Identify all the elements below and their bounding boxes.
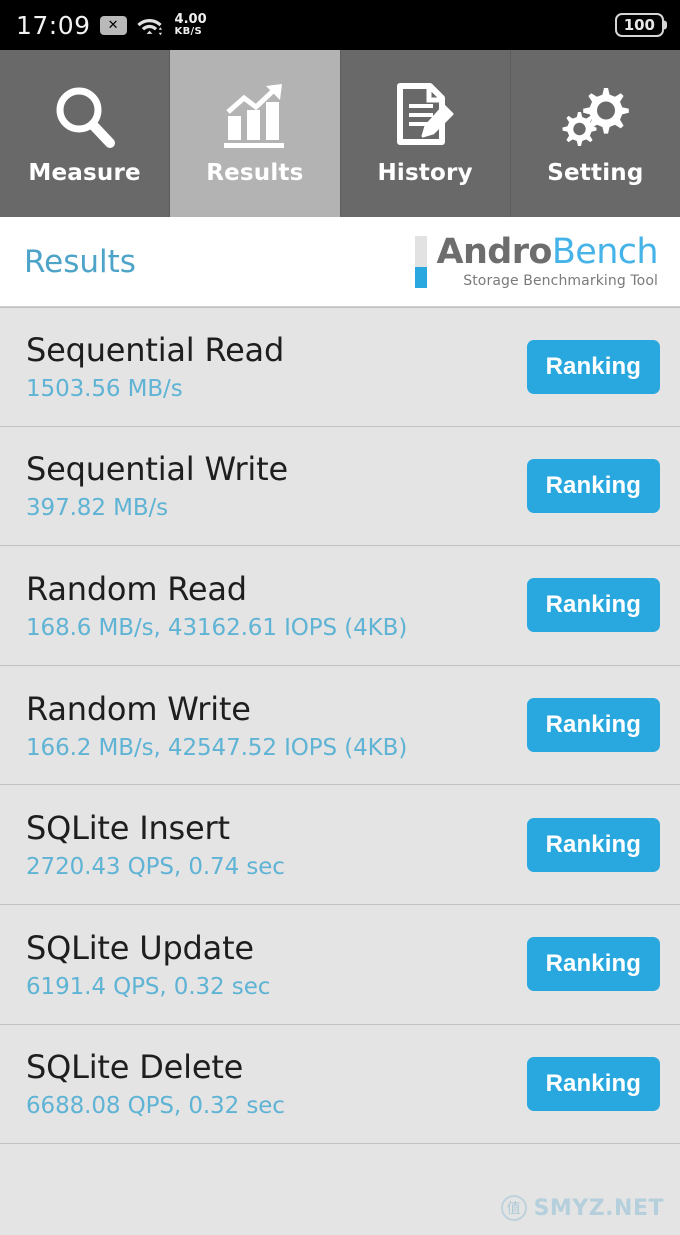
- ranking-button[interactable]: Ranking: [526, 698, 660, 753]
- magnifier-icon: [48, 82, 122, 154]
- status-bar-right: 100: [614, 13, 664, 37]
- logo-bar-top: [415, 235, 428, 267]
- table-row[interactable]: Sequential Write 397.82 MB/s Ranking: [0, 427, 680, 547]
- benchmark-value: 397.82 MB/s: [26, 495, 169, 522]
- document-pencil-icon: [388, 82, 462, 154]
- tab-measure[interactable]: Measure: [0, 50, 170, 217]
- androbench-logo: AndroBench Storage Benchmarking Tool: [415, 235, 659, 289]
- results-list: Sequential Read 1503.56 MB/s Ranking Seq…: [0, 307, 680, 1145]
- logo-bench: Bench: [551, 232, 659, 272]
- row-text: SQLite Update 6191.4 QPS, 0.32 sec: [26, 929, 270, 1000]
- status-bar: 17:09 ✕ 4.00 KB/S 100: [0, 0, 680, 50]
- row-text: Random Write 166.2 MB/s, 42547.52 IOPS (…: [26, 690, 407, 761]
- network-speed-value: 4.00: [174, 12, 207, 28]
- logo-wordmark: AndroBench: [436, 235, 658, 270]
- benchmark-value: 168.6 MB/s, 43162.61 IOPS (4KB): [26, 614, 408, 641]
- status-bar-left: 17:09 ✕ 4.00 KB/S: [16, 11, 207, 40]
- network-speed: 4.00 KB/S: [175, 13, 207, 36]
- table-row[interactable]: Random Write 166.2 MB/s, 42547.52 IOPS (…: [0, 666, 680, 786]
- logo-andro: Andro: [436, 232, 552, 272]
- logo-bar-bottom: [415, 266, 428, 288]
- row-text: Random Read 168.6 MB/s, 43162.61 IOPS (4…: [26, 570, 407, 641]
- row-text: SQLite Delete 6688.08 QPS, 0.32 sec: [26, 1048, 285, 1119]
- tab-history[interactable]: History: [339, 50, 510, 217]
- tab-measure-label: Measure: [28, 159, 141, 186]
- tab-setting[interactable]: Setting: [509, 50, 680, 217]
- tab-setting-label: Setting: [547, 159, 644, 186]
- app-screen: 17:09 ✕ 4.00 KB/S 100 Measure Results Hi…: [0, 0, 680, 1235]
- wifi-icon: [136, 15, 163, 36]
- watermark-badge: 值: [500, 1195, 527, 1221]
- status-clock: 17:09: [16, 10, 91, 40]
- row-text: Sequential Read 1503.56 MB/s: [26, 331, 284, 402]
- ranking-button[interactable]: Ranking: [526, 817, 660, 872]
- site-watermark: 值 SMYZ.NET: [500, 1195, 664, 1221]
- logo-subtitle: Storage Benchmarking Tool: [463, 273, 658, 289]
- sim-disabled-icon: ✕: [99, 15, 127, 35]
- logo-bar-icon: [415, 235, 428, 288]
- table-row[interactable]: SQLite Insert 2720.43 QPS, 0.74 sec Rank…: [0, 785, 680, 905]
- table-row[interactable]: SQLite Update 6191.4 QPS, 0.32 sec Ranki…: [0, 905, 680, 1025]
- logo-text: AndroBench Storage Benchmarking Tool: [436, 235, 658, 289]
- benchmark-name: SQLite Insert: [26, 809, 230, 848]
- gears-icon: [558, 82, 632, 154]
- benchmark-value: 1503.56 MB/s: [26, 376, 183, 403]
- benchmark-name: Random Read: [26, 569, 247, 608]
- benchmark-name: Sequential Read: [26, 331, 285, 370]
- bar-chart-trend-icon: [218, 82, 292, 154]
- page-header: Results AndroBench Storage Benchmarking …: [0, 217, 680, 307]
- benchmark-value: 166.2 MB/s, 42547.52 IOPS (4KB): [26, 734, 408, 761]
- ranking-button[interactable]: Ranking: [526, 1056, 660, 1111]
- network-speed-unit: KB/S: [174, 25, 202, 37]
- benchmark-name: Random Write: [26, 689, 251, 728]
- ranking-button[interactable]: Ranking: [526, 339, 660, 394]
- benchmark-value: 6688.08 QPS, 0.32 sec: [26, 1093, 285, 1120]
- watermark-text: SMYZ.NET: [533, 1195, 664, 1221]
- ranking-button[interactable]: Ranking: [526, 937, 660, 992]
- table-row[interactable]: Random Read 168.6 MB/s, 43162.61 IOPS (4…: [0, 546, 680, 666]
- row-text: Sequential Write 397.82 MB/s: [26, 450, 288, 521]
- benchmark-name: SQLite Delete: [26, 1048, 244, 1087]
- benchmark-value: 2720.43 QPS, 0.74 sec: [26, 854, 285, 881]
- table-row[interactable]: SQLite Delete 6688.08 QPS, 0.32 sec Rank…: [0, 1025, 680, 1145]
- tab-history-label: History: [377, 159, 473, 186]
- tab-results[interactable]: Results: [169, 50, 340, 217]
- page-title: Results: [24, 243, 136, 280]
- benchmark-name: Sequential Write: [26, 450, 288, 489]
- ranking-button[interactable]: Ranking: [526, 458, 660, 513]
- tab-results-label: Results: [206, 159, 304, 186]
- battery-icon: 100: [614, 13, 664, 37]
- row-text: SQLite Insert 2720.43 QPS, 0.74 sec: [26, 809, 285, 880]
- tab-bar: Measure Results History Setting: [0, 50, 680, 217]
- table-row[interactable]: Sequential Read 1503.56 MB/s Ranking: [0, 307, 680, 427]
- benchmark-name: SQLite Update: [26, 928, 254, 967]
- benchmark-value: 6191.4 QPS, 0.32 sec: [26, 973, 271, 1000]
- ranking-button[interactable]: Ranking: [526, 578, 660, 633]
